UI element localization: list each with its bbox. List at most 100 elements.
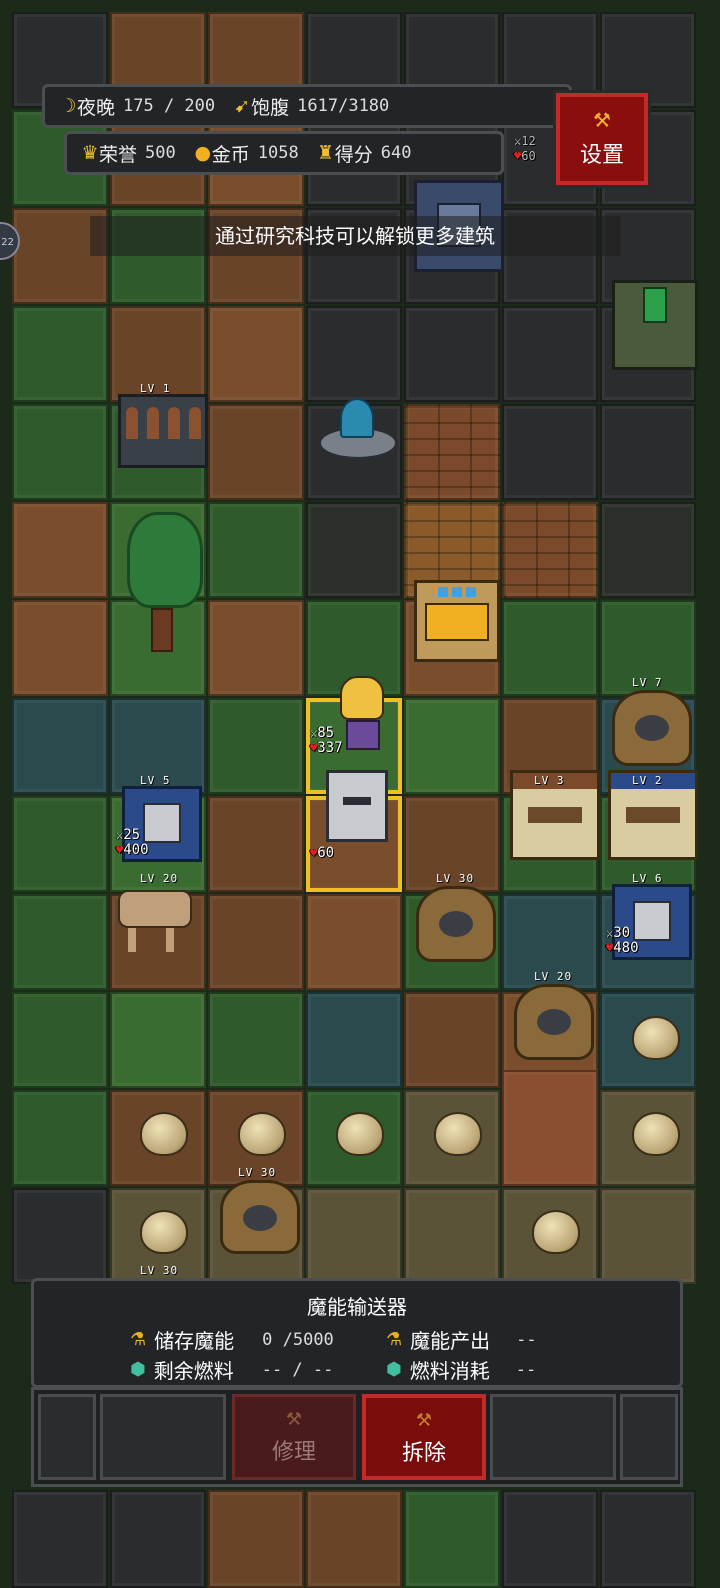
tile[interactable] bbox=[12, 992, 108, 1088]
tile[interactable] bbox=[404, 1490, 500, 1588]
tile[interactable] bbox=[600, 1188, 696, 1284]
stored-mana-row: ⚗ 储存魔能 0 /5000 bbox=[130, 1325, 334, 1354]
tile[interactable] bbox=[404, 698, 500, 794]
mana-output-row: ⚗ 魔能产出 -- bbox=[386, 1325, 537, 1354]
tile[interactable] bbox=[12, 1188, 108, 1284]
tile[interactable] bbox=[502, 600, 598, 696]
empty-slot bbox=[100, 1394, 226, 1480]
fuel-label: 剩余燃料 bbox=[153, 1359, 234, 1383]
plant-monster-sprite[interactable] bbox=[514, 984, 594, 1060]
tile[interactable] bbox=[306, 502, 402, 598]
action-bar: ⚒ 修理 ⚒ 拆除 bbox=[31, 1387, 683, 1487]
plant-monster-sprite[interactable] bbox=[612, 690, 692, 766]
empty-slot bbox=[620, 1394, 678, 1480]
tile[interactable] bbox=[600, 404, 696, 500]
tile[interactable] bbox=[306, 894, 402, 990]
flask-icon: ⚗ bbox=[386, 1329, 403, 1350]
food-label: 饱腹 bbox=[251, 96, 290, 119]
tree-sprite bbox=[124, 512, 203, 660]
tile[interactable] bbox=[208, 600, 304, 696]
bulb-sprite[interactable] bbox=[140, 1210, 188, 1254]
tile[interactable] bbox=[502, 502, 598, 598]
tile[interactable] bbox=[208, 404, 304, 500]
tile[interactable] bbox=[12, 1090, 108, 1186]
status-bar: ☽ 夜晚 175 / 200 ➹ 饱腹 1617/3180 bbox=[42, 84, 572, 128]
bulb-sprite[interactable] bbox=[140, 1112, 188, 1156]
tile[interactable] bbox=[110, 1490, 206, 1588]
plant-monster-sprite[interactable] bbox=[416, 886, 496, 962]
demolish-button[interactable]: ⚒ 拆除 bbox=[362, 1394, 486, 1480]
bulb-sprite[interactable] bbox=[632, 1112, 680, 1156]
level-label: LV 5 bbox=[140, 774, 171, 787]
tile[interactable] bbox=[208, 894, 304, 990]
tile[interactable] bbox=[12, 1490, 108, 1588]
mech-right-stat: ⚔30 ♥480 bbox=[606, 925, 639, 956]
tile[interactable] bbox=[306, 306, 402, 402]
hammer-icon: ⚒ bbox=[415, 1410, 433, 1431]
bulb-sprite[interactable] bbox=[632, 1016, 680, 1060]
tile[interactable] bbox=[12, 796, 108, 892]
tile[interactable] bbox=[12, 306, 108, 402]
repair-button[interactable]: ⚒ 修理 bbox=[232, 1394, 356, 1480]
time-label: 夜晚 bbox=[77, 96, 116, 119]
level-label: LV 30 bbox=[140, 1264, 179, 1277]
settings-label: 设置 bbox=[579, 143, 624, 168]
tile[interactable] bbox=[404, 1188, 500, 1284]
time-value: 175 / 200 bbox=[123, 96, 216, 116]
tile[interactable] bbox=[12, 698, 108, 794]
tile[interactable] bbox=[208, 698, 304, 794]
empty-slot bbox=[38, 1394, 96, 1480]
tile[interactable] bbox=[502, 1490, 598, 1588]
demolish-label: 拆除 bbox=[401, 1441, 446, 1466]
fuel-gem-icon: ⬢ bbox=[130, 1359, 146, 1380]
tile[interactable] bbox=[208, 992, 304, 1088]
tile[interactable] bbox=[12, 600, 108, 696]
food-value: 1617/3180 bbox=[297, 96, 390, 116]
tile[interactable] bbox=[306, 1188, 402, 1284]
tile[interactable] bbox=[502, 1070, 598, 1186]
bulb-sprite[interactable] bbox=[434, 1112, 482, 1156]
hero-stat: ⚔85 ♥337 bbox=[310, 725, 343, 756]
bulb-sprite[interactable] bbox=[532, 1210, 580, 1254]
mana-output-label: 魔能产出 bbox=[410, 1329, 491, 1353]
barracks-sprite[interactable] bbox=[118, 394, 208, 468]
bulb-sprite[interactable] bbox=[336, 1112, 384, 1156]
tile[interactable] bbox=[404, 306, 500, 402]
score-value: 640 bbox=[380, 143, 412, 163]
level-label: LV 30 bbox=[238, 1166, 277, 1179]
settings-button[interactable]: ⚒ 设置 bbox=[556, 93, 648, 185]
tile[interactable] bbox=[600, 502, 696, 598]
bulb-sprite[interactable] bbox=[238, 1112, 286, 1156]
fuel-consume-row: ⬢ 燃料消耗 -- bbox=[386, 1355, 536, 1384]
tile[interactable] bbox=[12, 404, 108, 500]
building-info-panel: 魔能输送器 ⚗ 储存魔能 0 /5000 ⚗ 魔能产出 -- ⬢ 剩余燃料 --… bbox=[31, 1278, 683, 1388]
tile[interactable] bbox=[110, 992, 206, 1088]
crown-icon: ♛ bbox=[81, 142, 99, 164]
tile[interactable] bbox=[600, 1490, 696, 1588]
tile[interactable] bbox=[208, 306, 304, 402]
tile[interactable] bbox=[502, 306, 598, 402]
tile[interactable] bbox=[208, 796, 304, 892]
turret-sprite[interactable] bbox=[326, 770, 388, 842]
level-label: LV 1 bbox=[140, 382, 171, 395]
crystal-tower-sprite[interactable] bbox=[612, 280, 698, 370]
tile[interactable] bbox=[404, 992, 500, 1088]
tile[interactable] bbox=[208, 1490, 304, 1588]
tile[interactable] bbox=[404, 404, 500, 500]
trophy-icon: ♜ bbox=[317, 142, 335, 164]
tile[interactable] bbox=[502, 404, 598, 500]
flask-icon: ⚗ bbox=[130, 1329, 147, 1350]
fountain-sprite[interactable] bbox=[318, 398, 398, 460]
plant-monster-sprite[interactable] bbox=[220, 1180, 300, 1254]
tile[interactable] bbox=[12, 894, 108, 990]
level-label: LV 30 bbox=[436, 872, 475, 885]
tile[interactable] bbox=[12, 502, 108, 598]
tile[interactable] bbox=[306, 1490, 402, 1588]
tile[interactable] bbox=[208, 502, 304, 598]
magic-conveyor-sprite[interactable] bbox=[414, 580, 500, 662]
tile[interactable] bbox=[306, 992, 402, 1088]
empty-slot bbox=[490, 1394, 616, 1480]
moon-icon: ☽ bbox=[59, 95, 77, 117]
honor-label: 荣誉 bbox=[99, 143, 138, 166]
level-label: LV 6 bbox=[632, 872, 663, 885]
